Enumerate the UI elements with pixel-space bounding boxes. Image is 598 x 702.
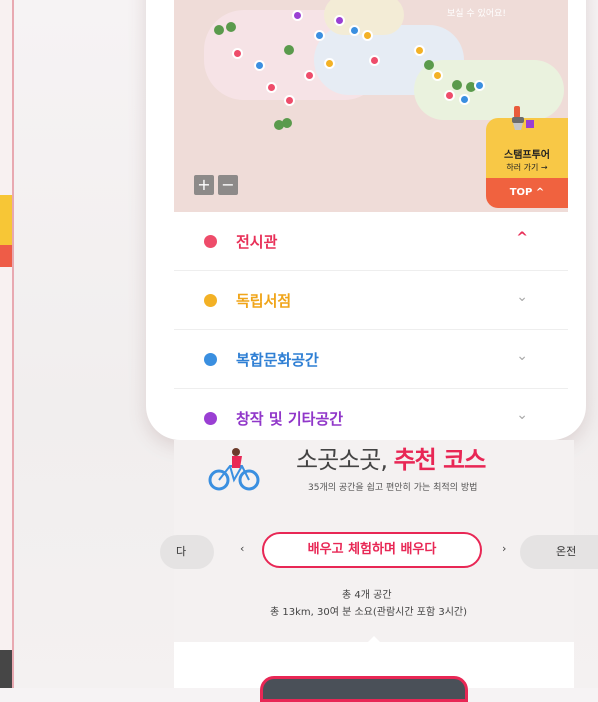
zoom-in-button[interactable]: + [194, 175, 214, 195]
course-stat-detail: 총 13km, 30여 분 소요(관람시간 포함 3시간) [270, 607, 467, 618]
adjacent-dark-strip [0, 650, 12, 688]
adjacent-yellow-strip [0, 195, 12, 245]
map-marker[interactable] [266, 82, 277, 93]
course-stat-count: 총 4개 공간 [342, 590, 392, 601]
course-prev-pill[interactable]: 다 [160, 535, 214, 569]
map-marker[interactable] [254, 60, 265, 71]
course-title: 소곳소곳, 추천 코스 [296, 440, 487, 475]
chevron-up-icon: ^ [516, 230, 528, 246]
map-marker[interactable] [232, 48, 243, 59]
course-current-pill[interactable]: 배우고 체험하며 배우다 [262, 532, 482, 568]
map-note: 보실 수 있어요! [446, 9, 506, 19]
category-item-culture-space[interactable]: 복합문화공간 ⌄ [174, 330, 568, 389]
tree-icon [226, 22, 236, 32]
category-dot-icon [204, 412, 217, 425]
stamp-tour-sub: 하러 가기 → [506, 163, 548, 172]
course-thumbnail[interactable] [260, 676, 468, 702]
map-marker[interactable] [304, 70, 315, 81]
category-dot-icon [204, 353, 217, 366]
map-marker[interactable] [314, 30, 325, 41]
course-next-pill[interactable]: 온전 [520, 535, 598, 569]
course-title-plain: 소곳소곳, [296, 446, 388, 474]
tree-icon [284, 45, 294, 55]
adjacent-phone-edge [0, 0, 14, 688]
category-label: 창작 및 기타공간 [236, 410, 344, 428]
map-marker[interactable] [444, 90, 455, 101]
category-list: 전시관 ^ 독립서점 ⌄ 복합문화공간 ⌄ 창작 및 기타공간 ⌄ [174, 212, 568, 440]
category-item-bookstore[interactable]: 독립서점 ⌄ [174, 271, 568, 330]
caret-up-icon [368, 636, 380, 642]
map-marker[interactable] [432, 70, 443, 81]
map-marker[interactable] [362, 30, 373, 41]
map-area[interactable]: 보실 수 있어요! + − 스탬프투어 하러 가기 → TOP ^ [174, 0, 568, 212]
map-marker[interactable] [324, 58, 335, 69]
chevron-down-icon: ⌄ [516, 348, 528, 364]
course-description: 35개의 공간을 쉽고 편안히 가는 최적의 방법 [308, 483, 478, 493]
map-marker[interactable] [459, 94, 470, 105]
tree-icon [452, 80, 462, 90]
phone-card: 보실 수 있어요! + − 스탬프투어 하러 가기 → TOP ^ 전시관 ^ … [146, 0, 586, 440]
map-marker[interactable] [284, 95, 295, 106]
map-marker[interactable] [349, 25, 360, 36]
tree-icon [282, 118, 292, 128]
map-marker[interactable] [474, 80, 485, 91]
stamp-tour-button[interactable]: 스탬프투어 하러 가기 → [486, 106, 568, 178]
chevron-down-icon: ⌄ [516, 407, 528, 423]
map-region [414, 60, 564, 120]
tree-icon [424, 60, 434, 70]
cyclist-icon [208, 448, 260, 491]
brush-icon [512, 106, 534, 130]
top-button[interactable]: TOP ^ [486, 178, 568, 208]
category-label: 독립서점 [236, 292, 292, 310]
category-item-exhibition[interactable]: 전시관 ^ [174, 212, 568, 271]
zoom-out-button[interactable]: − [218, 175, 238, 195]
tree-icon [214, 25, 224, 35]
map-marker[interactable] [414, 45, 425, 56]
map-marker[interactable] [369, 55, 380, 66]
category-dot-icon [204, 294, 217, 307]
category-label: 복합문화공간 [236, 351, 319, 369]
adjacent-red-strip [0, 245, 12, 267]
category-item-creative-space[interactable]: 창작 및 기타공간 ⌄ [174, 389, 568, 440]
course-title-accent: 추천 코스 [393, 446, 487, 474]
map-marker[interactable] [334, 15, 345, 26]
category-label: 전시관 [236, 233, 278, 251]
stamp-tour-title: 스탬프투어 [504, 150, 550, 161]
chevron-left-icon[interactable]: ‹ [240, 542, 244, 555]
map-marker[interactable] [292, 10, 303, 21]
chevron-right-icon[interactable]: › [502, 542, 506, 555]
category-dot-icon [204, 235, 217, 248]
chevron-down-icon: ⌄ [516, 289, 528, 305]
